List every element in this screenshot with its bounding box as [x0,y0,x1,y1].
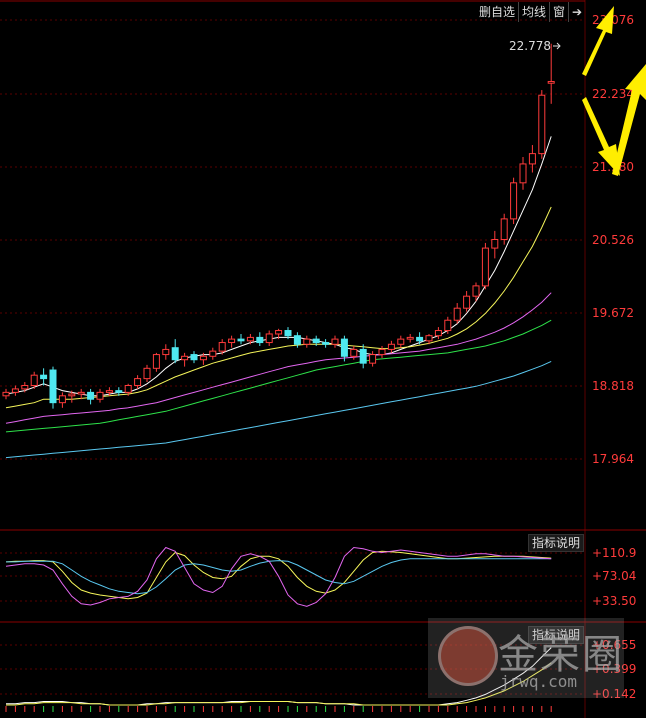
chart-toolbar: 删自选 均线 窗 ➔ [476,2,585,22]
candle-body [444,319,452,332]
candle-body [237,338,245,342]
candle-body [152,354,160,369]
candle-body [350,348,358,357]
last-price-marker: 22.778 [509,39,561,53]
candle-body [124,384,132,393]
candle-body [49,369,57,404]
candle-body [378,348,386,356]
candle-body [265,333,273,344]
chart-grid [0,0,646,718]
candle-body [387,343,395,350]
candle-body [11,388,19,393]
candle-body [96,391,104,400]
candle-body [21,384,29,390]
candle-body [40,374,48,380]
candle-body [58,395,66,404]
candle-body [491,239,499,249]
tick-label: 20.526 [592,233,634,247]
last-price-arrow-icon [553,42,561,50]
candle-body [2,391,10,397]
candle-body [340,338,348,357]
candle-body [134,378,142,386]
watermark: 金荣圈 jrwq.com [428,618,624,698]
tick-label: +110.9 [592,546,636,560]
moving-average-button[interactable]: 均线 [518,2,549,22]
candle-body [303,338,311,345]
candle-body [547,80,555,84]
candle-body [246,336,254,342]
candle-body [190,354,198,361]
candle-body [293,335,301,345]
stock-chart[interactable]: 23.076 22.234 21.380 20.526 19.672 18.81… [0,0,646,718]
candle-body [199,355,207,361]
last-price-label: 22.778 [509,39,551,53]
candle-body [481,247,489,287]
ma-line [5,360,552,459]
window-button[interactable]: 窗 [549,2,568,22]
candle-body [528,153,536,165]
candle-body [538,94,546,155]
candle-body [228,338,236,344]
candle-body [105,390,113,393]
candle-body [359,348,367,364]
candle-body [115,390,123,393]
candle-body [416,336,424,342]
indicator1-help-button[interactable]: 指标说明 [528,534,585,552]
arrow-right-icon[interactable]: ➔ [568,2,585,22]
tick-label: 17.964 [592,452,634,466]
watermark-logo-icon [438,626,498,686]
indicator1-axis-ticks: +110.9 +73.04 +33.50 [592,546,636,608]
candle-body [171,347,179,361]
candle-body [453,307,461,321]
candle-body [500,218,508,240]
ma-line [5,292,552,424]
delete-watchlist-button[interactable]: 删自选 [476,2,518,22]
candle-body [463,295,471,309]
candle-body [406,336,414,340]
candle-body [425,335,433,342]
candle-body [275,330,283,335]
candle-body [30,374,38,386]
ma-line [5,136,552,397]
candle-body [77,391,85,395]
candle-body [143,367,151,380]
candle-body [284,330,292,337]
main-axis-ticks: 23.076 22.234 21.380 20.526 19.672 18.81… [592,13,634,466]
indicator1-lines [5,546,552,607]
tick-label: 18.818 [592,379,634,393]
candle-body [510,182,518,220]
candle-body [312,338,320,344]
candle-body [68,393,76,397]
candle-body [87,391,95,400]
candle-body [472,285,480,297]
tick-label: +73.04 [592,569,636,583]
candle-body [209,350,217,357]
candle-body [322,342,330,345]
candle-body [434,330,442,337]
candle-body [162,348,170,356]
watermark-url: jrwq.com [500,672,578,691]
candle-body [331,338,339,345]
candlesticks [2,43,555,409]
candle-body [519,163,527,184]
tick-label: +33.50 [592,594,636,608]
candle-body [181,355,189,361]
candle-body [256,336,264,344]
tick-label: 19.672 [592,306,634,320]
candle-body [397,338,405,345]
indicator-line [5,546,552,607]
candle-body [218,342,226,352]
candle-body [369,354,377,364]
